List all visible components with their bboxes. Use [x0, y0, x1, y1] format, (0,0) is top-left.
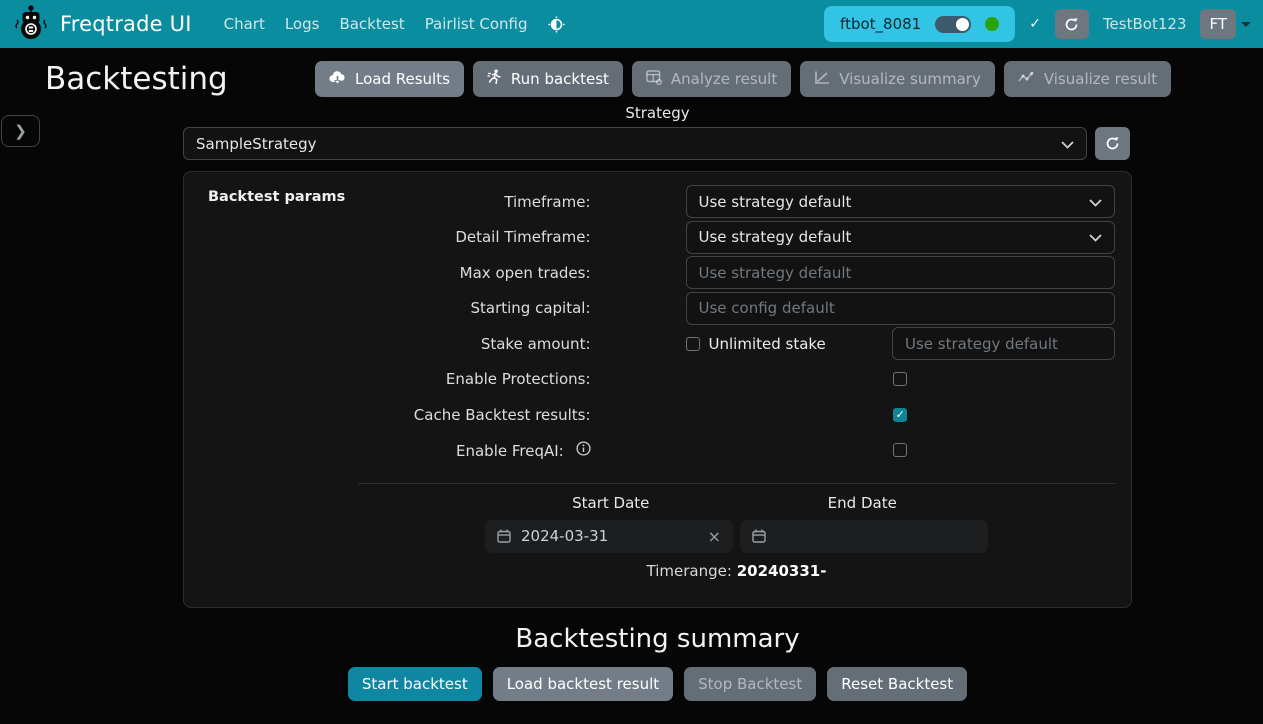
- strategy-row: SampleStrategy: [183, 127, 1132, 160]
- clear-date-icon[interactable]: ×: [708, 527, 721, 546]
- cloud-download-icon: [329, 70, 346, 89]
- nav-item-chart[interactable]: Chart: [214, 7, 275, 41]
- timerange-text: Timerange: 20240331-: [485, 562, 988, 580]
- main-nav: Chart Logs Backtest Pairlist Config: [214, 7, 538, 41]
- navbar-right: ftbot_8081 ✓ TestBot123 FT: [824, 6, 1251, 42]
- starting-capital-label: Starting capital:: [184, 299, 591, 317]
- stake-amount-label: Stake amount:: [184, 335, 591, 353]
- enable-freqai-checkbox[interactable]: [893, 443, 907, 457]
- user-menu[interactable]: FT: [1200, 9, 1251, 39]
- end-date-input[interactable]: [740, 520, 988, 553]
- nav-item-logs[interactable]: Logs: [275, 7, 330, 41]
- max-open-trades-row: Max open trades:: [184, 256, 1115, 289]
- visualize-summary-button[interactable]: Visualize summary: [800, 61, 995, 97]
- visualize-result-button[interactable]: Visualize result: [1004, 61, 1171, 97]
- avatar: FT: [1200, 9, 1236, 39]
- nav-item-pairlist-config[interactable]: Pairlist Config: [415, 7, 538, 41]
- enable-freqai-label: Enable FreqAI:: [184, 441, 591, 460]
- detail-timeframe-label: Detail Timeframe:: [184, 228, 591, 246]
- end-date-label: End Date: [737, 494, 989, 512]
- load-backtest-result-button[interactable]: Load backtest result: [493, 667, 673, 701]
- max-open-trades-label: Max open trades:: [184, 264, 591, 282]
- max-open-trades-input[interactable]: [686, 256, 1115, 289]
- backtest-content: Strategy SampleStrategy Backtest params …: [183, 104, 1132, 701]
- detail-timeframe-row: Detail Timeframe: Use strategy default: [184, 221, 1115, 254]
- cache-results-row: Cache Backtest results: ✓: [184, 398, 1115, 431]
- freqtrade-robot-logo-icon: [12, 3, 50, 45]
- enable-freqai-row: Enable FreqAI:: [184, 434, 1115, 467]
- bot-online-toggle[interactable]: [935, 16, 971, 33]
- detail-timeframe-select[interactable]: Use strategy default: [686, 221, 1115, 254]
- strategy-select[interactable]: SampleStrategy: [183, 127, 1087, 160]
- panel-title: Backtest params: [208, 189, 345, 205]
- reset-backtest-button[interactable]: Reset Backtest: [827, 667, 967, 701]
- start-date-value: 2024-03-31: [521, 527, 608, 545]
- reload-bot-button[interactable]: [1055, 9, 1089, 39]
- enable-protections-label: Enable Protections:: [184, 370, 591, 388]
- run-backtest-button[interactable]: Run backtest: [473, 61, 623, 97]
- enable-protections-checkbox[interactable]: [893, 372, 907, 386]
- chevron-down-icon: [1089, 193, 1102, 211]
- chevron-right-icon: ❯: [14, 123, 27, 140]
- starting-capital-input[interactable]: [686, 292, 1115, 325]
- brand[interactable]: Freqtrade UI: [12, 3, 192, 45]
- strategy-label: Strategy: [183, 104, 1132, 122]
- chevron-down-icon: [1241, 22, 1251, 27]
- analyze-result-button[interactable]: Analyze result: [632, 61, 791, 97]
- unlimited-stake-checkbox[interactable]: [686, 337, 700, 351]
- refresh-strategies-button[interactable]: [1095, 127, 1130, 160]
- calendar-icon: [497, 529, 511, 543]
- load-results-button[interactable]: Load Results: [315, 61, 464, 97]
- backtest-params-panel: Backtest params Timeframe: Use strategy …: [183, 171, 1132, 608]
- starting-capital-row: Starting capital:: [184, 292, 1115, 325]
- run-icon: [487, 69, 502, 89]
- start-date-input[interactable]: 2024-03-31 ×: [485, 520, 733, 553]
- app-title: Freqtrade UI: [60, 12, 192, 36]
- stop-backtest-button[interactable]: Stop Backtest: [684, 667, 816, 701]
- bot-status-dot: [985, 17, 999, 31]
- enable-protections-row: Enable Protections:: [184, 363, 1115, 396]
- table-icon: [646, 70, 662, 89]
- timerange-value: 20240331-: [737, 562, 827, 580]
- stake-amount-input[interactable]: [892, 327, 1115, 360]
- start-date-label: Start Date: [485, 494, 737, 512]
- stake-amount-row: Stake amount: Unlimited stake: [184, 327, 1115, 360]
- top-navbar: Freqtrade UI Chart Logs Backtest Pairlis…: [0, 0, 1263, 48]
- check-icon: ✓: [1029, 16, 1041, 32]
- dates-section: Start Date End Date 2024-03-31 ×: [485, 494, 988, 580]
- summary-actions: Start backtest Load backtest result Stop…: [183, 667, 1132, 701]
- theme-toggle-icon[interactable]: [548, 16, 565, 33]
- line-chart-icon: [814, 70, 830, 89]
- bot-username: TestBot123: [1103, 15, 1187, 33]
- unlimited-stake-label: Unlimited stake: [709, 335, 826, 353]
- page-header: Backtesting Load Results Run: [0, 48, 1263, 100]
- page-title: Backtesting: [45, 61, 315, 97]
- start-backtest-button[interactable]: Start backtest: [348, 667, 482, 701]
- timeframe-select[interactable]: Use strategy default: [686, 185, 1115, 218]
- nav-item-backtest[interactable]: Backtest: [329, 7, 414, 41]
- info-icon[interactable]: [576, 441, 591, 456]
- chevron-down-icon: [1061, 135, 1074, 153]
- section-divider: [358, 483, 1115, 484]
- summary-title: Backtesting summary: [183, 624, 1132, 654]
- chevron-down-icon: [1089, 228, 1102, 246]
- bot-selector[interactable]: ftbot_8081: [824, 6, 1015, 42]
- cache-results-label: Cache Backtest results:: [184, 406, 591, 424]
- scatter-icon: [1018, 70, 1035, 88]
- bot-name: ftbot_8081: [840, 15, 921, 33]
- cache-results-checkbox[interactable]: ✓: [893, 408, 907, 422]
- sidebar-expand-button[interactable]: ❯: [1, 115, 40, 147]
- header-actions: Load Results Run backtest: [315, 61, 1171, 97]
- calendar-icon: [752, 529, 766, 543]
